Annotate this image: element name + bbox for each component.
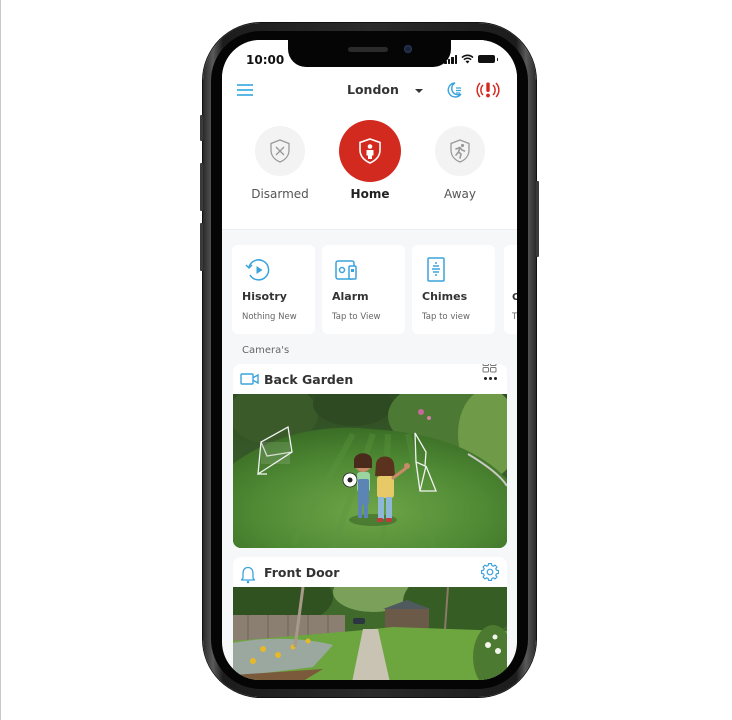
mode-circle xyxy=(435,126,485,176)
chime-device-icon xyxy=(427,257,445,282)
camera-feed-image xyxy=(233,394,507,548)
mode-circle xyxy=(339,120,401,182)
tile-subtitle: T xyxy=(512,312,517,322)
more-options-icon[interactable] xyxy=(484,377,497,380)
power-button xyxy=(536,181,539,257)
app-screen: 10:00 London Disarmed Home Away Hisotry … xyxy=(222,40,517,680)
alarm-device-icon xyxy=(335,260,357,280)
mode-label: Disarmed xyxy=(251,187,309,201)
tile-partial[interactable]: C T xyxy=(504,245,517,334)
status-icons xyxy=(444,54,498,64)
camera-feed-back-garden[interactable] xyxy=(233,394,507,548)
cameras-section-label: Camera's xyxy=(242,345,290,356)
camera-card-header: Front Door xyxy=(233,557,507,587)
app-header: London xyxy=(222,78,517,104)
video-camera-icon xyxy=(240,373,259,385)
mode-away[interactable]: Away xyxy=(420,120,500,201)
security-mode-selector: Disarmed Home Away xyxy=(222,120,517,210)
camera-card-header: Back Garden xyxy=(233,364,507,394)
shield-person-icon xyxy=(359,138,381,164)
volume-up-button xyxy=(200,163,203,211)
camera-name: Front Door xyxy=(264,565,340,580)
chevron-down-icon[interactable] xyxy=(415,89,423,93)
tile-title: Hisotry xyxy=(242,290,287,303)
shield-running-icon xyxy=(450,139,470,163)
camera-feed-image xyxy=(233,587,507,680)
location-selector[interactable]: London xyxy=(347,82,399,97)
notch xyxy=(288,40,451,67)
battery-icon xyxy=(478,55,498,63)
history-play-icon xyxy=(245,259,270,281)
silent-switch xyxy=(200,115,203,141)
doorbell-icon xyxy=(240,566,256,584)
shield-x-icon xyxy=(270,139,290,163)
tile-alarm[interactable]: Alarm Tap to View xyxy=(322,245,405,334)
mode-label: Home xyxy=(350,187,390,201)
status-time: 10:00 xyxy=(246,53,285,67)
tile-history[interactable]: Hisotry Nothing New xyxy=(232,245,315,334)
speaker-grille xyxy=(348,47,388,52)
grid-view-icon[interactable] xyxy=(482,364,497,373)
mode-home[interactable]: Home xyxy=(330,120,410,201)
tile-subtitle: Nothing New xyxy=(242,312,297,322)
camera-feed-front-door[interactable] xyxy=(233,587,507,680)
panic-alarm-icon[interactable] xyxy=(475,80,501,100)
wifi-icon xyxy=(461,54,474,64)
tile-subtitle: Tap to view xyxy=(422,312,470,322)
mode-label: Away xyxy=(444,187,476,201)
tile-title: Alarm xyxy=(332,290,369,303)
front-camera xyxy=(404,45,412,53)
tile-title: C xyxy=(512,292,517,303)
mode-circle xyxy=(255,126,305,176)
mode-disarmed[interactable]: Disarmed xyxy=(240,120,320,201)
camera-card-back-garden[interactable]: Back Garden xyxy=(233,364,507,548)
quick-tiles: Hisotry Nothing New Alarm Tap to View Ch… xyxy=(232,245,517,335)
gear-icon[interactable] xyxy=(481,563,499,581)
hamburger-menu-icon[interactable] xyxy=(237,83,253,97)
tile-subtitle: Tap to View xyxy=(332,312,381,322)
camera-card-front-door[interactable]: Front Door xyxy=(233,557,507,680)
page-edge xyxy=(0,0,1,720)
camera-name: Back Garden xyxy=(264,372,354,387)
tile-chimes[interactable]: Chimes Tap to view xyxy=(412,245,495,334)
moon-icon[interactable] xyxy=(446,81,464,99)
tile-title: Chimes xyxy=(422,290,468,303)
volume-down-button xyxy=(200,223,203,271)
top-section: 10:00 London Disarmed Home Away xyxy=(222,40,517,230)
